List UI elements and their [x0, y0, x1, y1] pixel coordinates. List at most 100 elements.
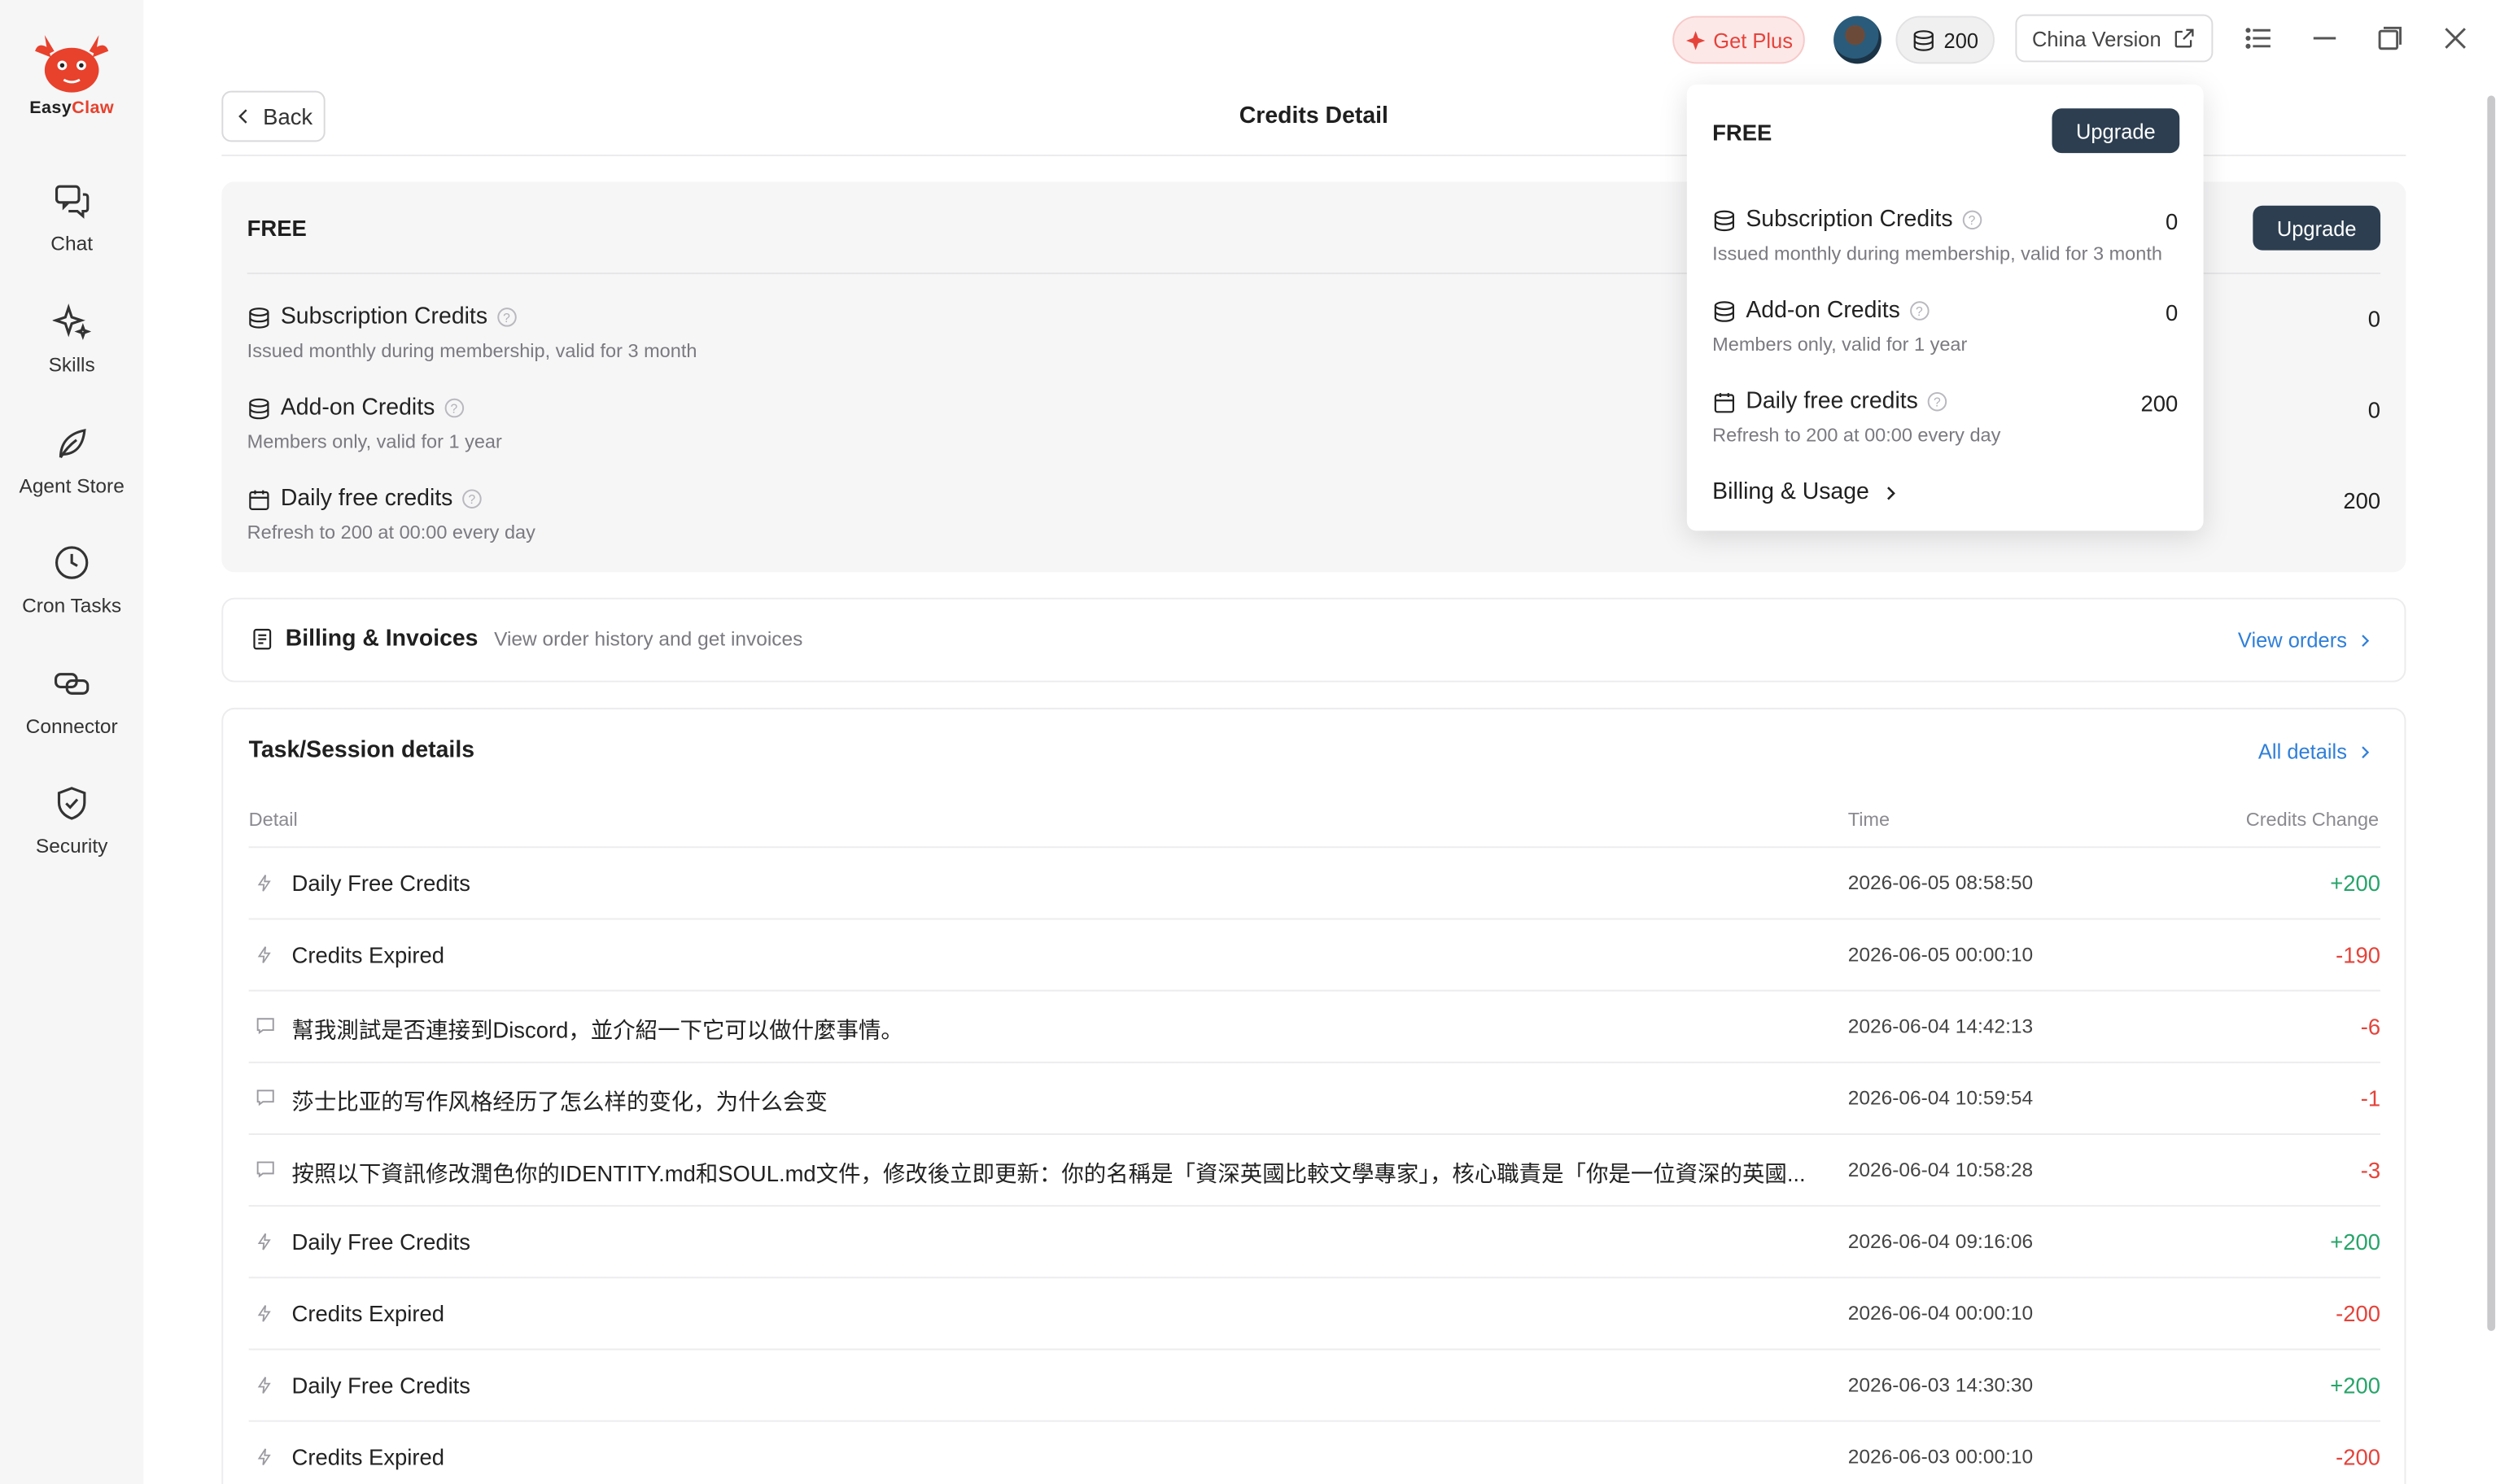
- addon-credits-value: 0: [2367, 396, 2381, 423]
- row-detail: Credits Expired: [291, 1444, 445, 1470]
- popup-addon-desc: Members only, valid for 1 year: [1712, 333, 1968, 356]
- sidebar-item-cron-tasks[interactable]: Cron Tasks: [0, 543, 143, 617]
- clock-icon: [55, 546, 89, 579]
- link-icon: [55, 673, 90, 695]
- sidebar-item-label: Chat: [50, 233, 94, 255]
- bolt-icon: [257, 1233, 271, 1250]
- back-label: Back: [263, 103, 313, 129]
- column-header-credits-change: Credits Change: [2245, 808, 2380, 831]
- view-orders-label: View orders: [2237, 627, 2347, 653]
- china-version-button[interactable]: China Version: [2015, 14, 2214, 63]
- row-credits-change: +200: [2330, 1372, 2381, 1399]
- row-credits-change: -3: [2360, 1157, 2381, 1183]
- subscription-credits-label: Subscription Credits ?: [247, 304, 517, 330]
- chevron-right-icon: [1887, 486, 1896, 500]
- popup-daily-desc: Refresh to 200 at 00:00 every day: [1712, 424, 2001, 447]
- addon-credits-desc: Members only, valid for 1 year: [247, 430, 502, 453]
- table-row[interactable]: 莎士比亚的写作风格经历了怎么样的变化，为什么会变 2026-06-04 10:59…: [248, 1061, 2381, 1133]
- column-header-time: Time: [1847, 808, 1890, 831]
- table-row[interactable]: 幫我測試是否連接到Discord，並介紹一下它可以做什麼事情。 2026-06-0…: [248, 989, 2380, 1062]
- row-detail: Daily Free Credits: [291, 1372, 471, 1399]
- table-row[interactable]: 按照以下資訊修改潤色你的IDENTITY.md和SOUL.md文件，修改後立即更…: [248, 1133, 2381, 1205]
- help-icon[interactable]: ?: [1962, 210, 1982, 230]
- subscription-credits-text: Subscription Credits: [280, 304, 488, 330]
- subscription-credits-desc: Issued monthly during membership, valid …: [247, 339, 697, 362]
- row-credits-change: -200: [2336, 1444, 2381, 1470]
- row-time: 2026-06-03 00:00:10: [1847, 1445, 2034, 1469]
- popup-plan-tier: FREE: [1712, 119, 1772, 146]
- sidebar-item-agent-store[interactable]: Agent Store: [0, 424, 143, 497]
- bolt-icon: [257, 1377, 271, 1394]
- all-details-link[interactable]: All details: [2258, 740, 2372, 763]
- row-detail: 莎士比亚的写作风格经历了怎么样的变化，为什么会变: [291, 1089, 828, 1115]
- coins-icon: [1913, 29, 1934, 50]
- table-row[interactable]: Credits Expired 2026-06-03 00:00:10 -200: [248, 1420, 2381, 1484]
- maximize-icon[interactable]: [2374, 22, 2406, 54]
- sidebar-item-chat[interactable]: Chat: [0, 181, 143, 255]
- invoice-icon: [253, 628, 272, 650]
- row-detail: Daily Free Credits: [291, 870, 471, 897]
- daily-credits-label: Daily free credits ?: [247, 487, 482, 512]
- coins-icon: [1714, 209, 1734, 231]
- column-header-detail: Detail: [248, 808, 298, 831]
- menu-list-icon[interactable]: [2244, 22, 2275, 54]
- billing-invoices-card: Billing & Invoices View order history an…: [221, 597, 2406, 683]
- message-icon: [256, 1089, 274, 1106]
- app-logo[interactable]: EasyClaw: [0, 28, 143, 118]
- popup-daily-value: 200: [2140, 391, 2179, 417]
- row-detail: Daily Free Credits: [291, 1229, 471, 1255]
- credits-pill[interactable]: 200: [1895, 15, 1995, 64]
- bolt-icon: [257, 1305, 271, 1322]
- avatar[interactable]: [1833, 15, 1882, 64]
- row-icon: [255, 1087, 275, 1107]
- minimize-icon[interactable]: [2309, 22, 2340, 54]
- upgrade-button[interactable]: Upgrade: [2253, 205, 2381, 251]
- addon-credits-label: Add-on Credits ?: [247, 395, 464, 421]
- row-credits-change: -200: [2336, 1300, 2381, 1327]
- subscription-credits-value: 0: [2367, 306, 2381, 332]
- popup-subscription-label: Subscription Credits ?: [1712, 207, 1982, 233]
- daily-credits-value: 200: [2343, 487, 2381, 513]
- table-row[interactable]: Daily Free Credits 2026-06-05 08:58:50 +20…: [248, 846, 2380, 918]
- claw-logo-icon: [35, 35, 109, 93]
- table-row[interactable]: Daily Free Credits 2026-06-04 09:16:06 +20…: [248, 1205, 2380, 1277]
- help-icon[interactable]: ?: [1927, 391, 1947, 412]
- sidebar-item-security[interactable]: Security: [0, 784, 143, 858]
- daily-credits-text: Daily free credits: [280, 486, 453, 512]
- row-time: 2026-06-04 10:58:28: [1847, 1159, 2034, 1181]
- popup-daily-text: Daily free credits: [1746, 389, 1918, 415]
- table-row[interactable]: Credits Expired 2026-06-04 00:00:10 -200: [248, 1277, 2381, 1348]
- billing-usage-link[interactable]: Billing & Usage: [1712, 480, 1899, 505]
- coins-icon: [1714, 300, 1734, 321]
- scrollbar[interactable]: [2487, 95, 2496, 1331]
- chat-icon: [55, 185, 90, 219]
- popup-upgrade-button[interactable]: Upgrade: [2052, 108, 2180, 154]
- row-icon: [255, 1231, 274, 1253]
- bolt-icon: [257, 875, 271, 892]
- table-row[interactable]: Credits Expired 2026-06-05 00:00:10 -190: [248, 918, 2381, 989]
- close-icon[interactable]: [2440, 22, 2472, 54]
- help-icon[interactable]: ?: [462, 489, 482, 508]
- help-icon[interactable]: ?: [496, 308, 517, 327]
- row-icon: [255, 1015, 275, 1036]
- help-icon[interactable]: ?: [1909, 301, 1930, 321]
- tasks-title: Task/Session details: [248, 738, 475, 764]
- sidebar-item-skills[interactable]: Skills: [0, 303, 143, 376]
- table-row[interactable]: Daily Free Credits 2026-06-03 14:30:30 +20…: [248, 1348, 2381, 1420]
- sidebar-item-label: Agent Store: [19, 474, 125, 498]
- view-orders-link[interactable]: View orders: [2238, 628, 2372, 652]
- row-time: 2026-06-04 09:16:06: [1847, 1230, 2034, 1253]
- credits-popover: FREE Upgrade Subscription Credits ? Issu…: [1686, 84, 2204, 531]
- popup-daily-label: Daily free credits ?: [1712, 389, 1947, 414]
- sidebar: EasyClaw Chat Skills Agent Store Cron Ta…: [0, 0, 144, 1484]
- back-button[interactable]: Back: [221, 90, 326, 142]
- row-credits-change: -1: [2360, 1085, 2381, 1111]
- popup-subscription-value: 0: [2165, 208, 2179, 235]
- help-icon[interactable]: ?: [444, 398, 464, 418]
- row-time: 2026-06-04 10:59:54: [1847, 1087, 2034, 1110]
- row-icon: [255, 872, 274, 894]
- sidebar-item-connector[interactable]: Connector: [0, 665, 143, 738]
- popup-subscription-text: Subscription Credits: [1746, 207, 1953, 234]
- get-plus-button[interactable]: Get Plus: [1672, 15, 1805, 64]
- row-credits-change: -190: [2336, 941, 2381, 968]
